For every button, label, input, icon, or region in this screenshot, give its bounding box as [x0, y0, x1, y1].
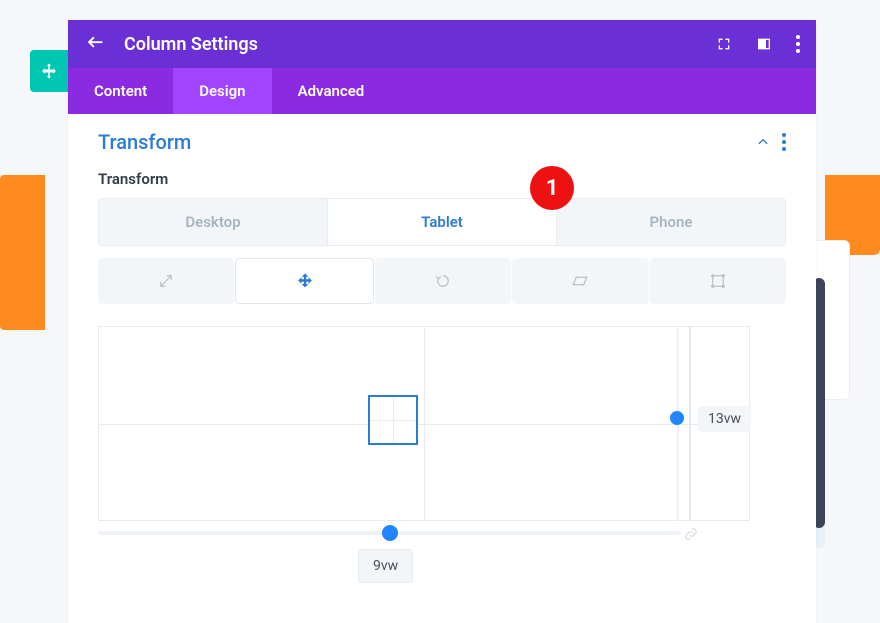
vertical-slider-knob[interactable] [670, 411, 684, 425]
panel-header: Column Settings [68, 20, 816, 68]
section-actions [756, 133, 786, 151]
annotation-number: 1 [546, 176, 559, 201]
panel-title: Column Settings [124, 34, 716, 55]
annotation-callout: 1 [530, 166, 574, 210]
move-icon [296, 272, 314, 290]
tool-move[interactable] [235, 258, 373, 304]
vertical-value[interactable]: 13vw [698, 406, 751, 432]
transform-grid[interactable]: 13vw 9vw [98, 326, 750, 583]
horizontal-slider-knob[interactable] [382, 525, 398, 541]
rotate-icon [434, 272, 452, 290]
transform-workspace: 13vw 9vw [98, 326, 786, 583]
grid-frame [98, 326, 750, 521]
scale-icon [157, 272, 175, 290]
vertical-slider-track[interactable] [689, 326, 691, 521]
header-actions [716, 35, 800, 53]
section-header: Transform [98, 130, 786, 154]
device-tab-phone[interactable]: Phone [557, 199, 785, 245]
fullscreen-icon[interactable] [716, 36, 732, 52]
transform-tool-tabs [98, 258, 786, 304]
tool-scale[interactable] [98, 258, 234, 304]
option-label: Transform [98, 170, 786, 188]
tab-design[interactable]: Design [173, 68, 271, 114]
sidebar-icon[interactable] [756, 36, 772, 52]
skew-icon [571, 272, 589, 290]
transform-object[interactable] [368, 395, 418, 445]
tool-origin[interactable] [650, 258, 786, 304]
responsive-tabs: Desktop Tablet Phone [98, 198, 786, 246]
link-icon[interactable] [683, 526, 699, 542]
tab-advanced[interactable]: Advanced [272, 68, 391, 114]
device-tab-desktop[interactable]: Desktop [99, 199, 328, 245]
tab-content[interactable]: Content [68, 68, 173, 114]
section-kebab-icon[interactable] [782, 133, 786, 151]
move-icon [40, 62, 58, 80]
section-title[interactable]: Transform [98, 130, 191, 154]
panel-content: Transform Transform Desktop Tablet Phone [68, 114, 816, 623]
module-drag-handle[interactable] [30, 50, 68, 92]
grid-center-horizontal [99, 424, 749, 425]
horizontal-value[interactable]: 9vw [358, 549, 413, 583]
tool-skew[interactable] [512, 258, 648, 304]
settings-panel: Column Settings Content Design Advanced … [68, 20, 816, 623]
kebab-menu-icon[interactable] [796, 35, 800, 53]
back-icon[interactable] [84, 33, 106, 55]
tool-rotate[interactable] [375, 258, 511, 304]
horizontal-slider-track[interactable] [98, 531, 681, 535]
main-tabs: Content Design Advanced [68, 68, 816, 114]
chevron-up-icon[interactable] [756, 135, 770, 149]
bg-decor-left [0, 175, 45, 330]
device-tab-tablet[interactable]: Tablet [328, 199, 557, 245]
origin-icon [709, 272, 727, 290]
